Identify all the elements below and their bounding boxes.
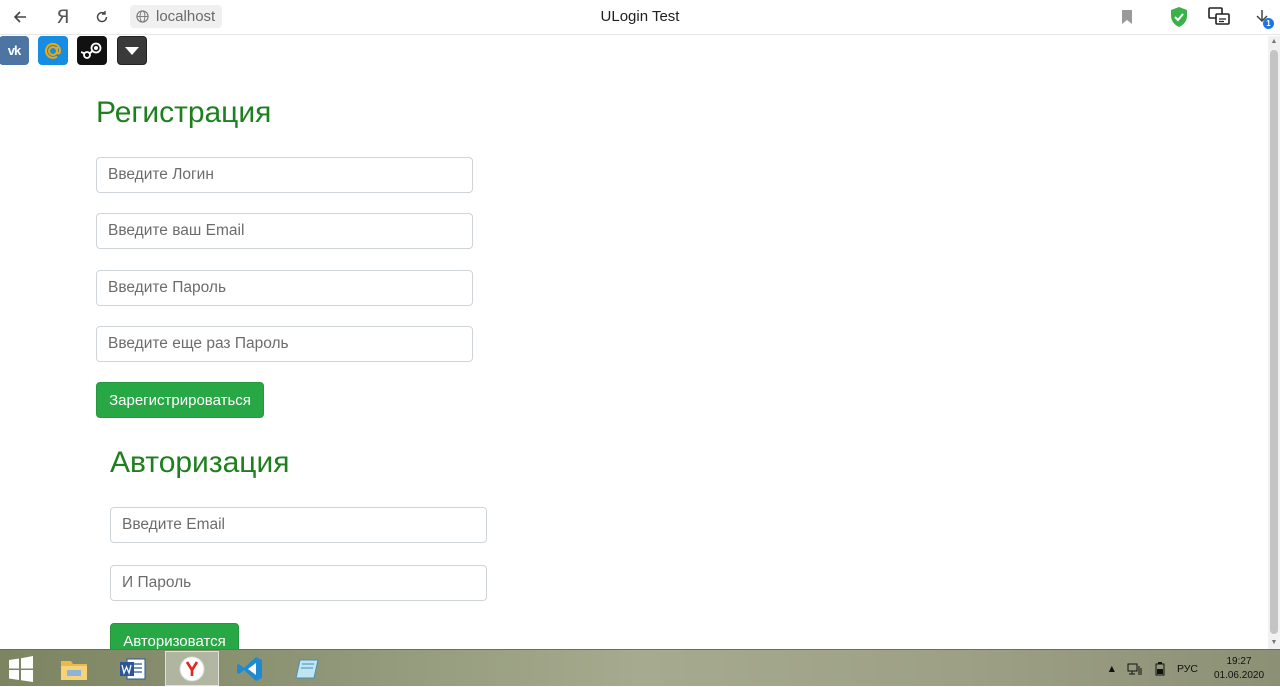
- vk-icon: vk: [7, 43, 22, 58]
- mail-ru-icon: [45, 42, 62, 59]
- more-providers-button[interactable]: [117, 36, 147, 65]
- windows-taskbar: ▲ РУС 19:27 01.06.2020: [0, 649, 1280, 686]
- registration-email-input[interactable]: [96, 213, 473, 249]
- vscode-icon: [237, 656, 262, 681]
- reload-icon: [96, 11, 108, 23]
- back-button[interactable]: [7, 5, 33, 29]
- address-bar[interactable]: localhost: [130, 5, 223, 28]
- scroll-down-arrow-icon[interactable]: ▼: [1268, 637, 1280, 649]
- clock[interactable]: 19:27 01.06.2020: [1208, 655, 1270, 683]
- authorization-heading: Авторизация: [110, 446, 290, 479]
- downloads-badge: 1: [1263, 18, 1274, 29]
- bookmark-icon: [1122, 10, 1132, 24]
- tray-expand-icon[interactable]: ▲: [1107, 663, 1117, 675]
- vk-login-button[interactable]: vk: [0, 36, 29, 65]
- address-text: localhost: [156, 8, 216, 25]
- windows-logo-icon: [9, 656, 33, 682]
- language-indicator[interactable]: РУС: [1177, 663, 1198, 675]
- bookmark-button[interactable]: [1114, 5, 1140, 29]
- start-button[interactable]: [6, 656, 36, 682]
- yandex-home-button[interactable]: Я: [50, 5, 76, 29]
- clock-date: 01.06.2020: [1213, 669, 1265, 681]
- caret-down-icon: [125, 46, 139, 55]
- registration-password-input[interactable]: [96, 270, 473, 306]
- yandex-browser-icon: [179, 656, 205, 681]
- taskbar-yandex-browser[interactable]: [165, 651, 219, 686]
- system-tray: ▲ РУС 19:27 01.06.2020: [1107, 650, 1270, 687]
- reload-button[interactable]: [89, 5, 115, 29]
- taskbar-word[interactable]: [106, 651, 160, 686]
- scroll-up-arrow-icon[interactable]: ▲: [1268, 36, 1280, 48]
- steam-login-button[interactable]: [77, 36, 107, 65]
- chat-translate-icon: [1208, 7, 1230, 25]
- page-scrollbar[interactable]: ▲ ▼: [1268, 36, 1280, 649]
- clock-time: 19:27: [1226, 655, 1252, 667]
- globe-icon: [136, 10, 149, 23]
- app-icon: [295, 659, 319, 678]
- taskbar-app[interactable]: [281, 651, 335, 686]
- battery-icon[interactable]: [1153, 661, 1167, 676]
- browser-toolbar: Я localhost ULogin Test 1: [0, 0, 1280, 35]
- steam-icon: [81, 42, 102, 59]
- file-explorer-icon: [61, 660, 87, 680]
- mail-ru-login-button[interactable]: [38, 36, 68, 65]
- register-button[interactable]: Зарегистрироваться: [96, 382, 264, 418]
- login-input[interactable]: [96, 157, 473, 193]
- downloads-button[interactable]: 1: [1249, 5, 1275, 29]
- protect-button[interactable]: [1166, 5, 1192, 29]
- scroll-thumb[interactable]: [1270, 50, 1278, 634]
- arrow-left-icon: [13, 11, 26, 23]
- shield-icon: [1171, 7, 1187, 27]
- taskbar-file-explorer[interactable]: [47, 651, 101, 686]
- extension-button[interactable]: [1206, 5, 1232, 29]
- registration-heading: Регистрация: [96, 96, 272, 129]
- taskbar-vscode[interactable]: [223, 651, 277, 686]
- password-repeat-input[interactable]: [96, 326, 473, 362]
- word-icon: [120, 658, 146, 679]
- auth-email-input[interactable]: [110, 507, 487, 543]
- auth-password-input[interactable]: [110, 565, 487, 601]
- network-icon[interactable]: [1127, 662, 1143, 676]
